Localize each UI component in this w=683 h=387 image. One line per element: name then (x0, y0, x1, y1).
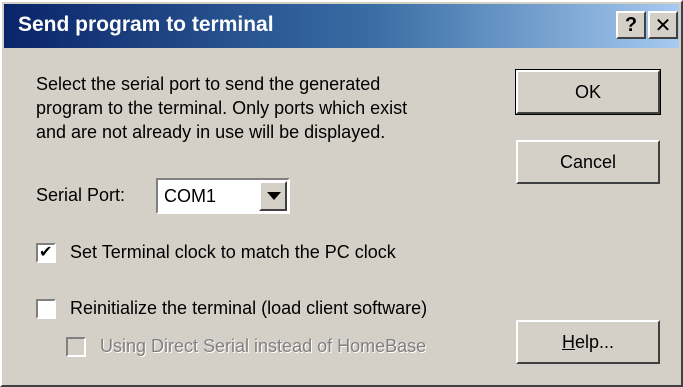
reinitialize-checkbox-row[interactable]: Reinitialize the terminal (load client s… (36, 298, 427, 319)
close-icon: ✕ (654, 14, 672, 37)
help-button[interactable]: Help... (516, 320, 660, 364)
serial-port-select[interactable]: COM1 (156, 178, 290, 214)
set-clock-checkbox[interactable]: ✔ (36, 242, 56, 263)
window-title: Send program to terminal (18, 13, 274, 36)
title-bar[interactable]: Send program to terminal ? ✕ (4, 4, 679, 48)
help-button-label: Help... (561, 331, 615, 352)
direct-serial-checkbox (66, 336, 86, 357)
help-title-button[interactable]: ? (616, 11, 646, 39)
set-clock-label: Set Terminal clock to match the PC clock (70, 242, 396, 262)
reinitialize-label: Reinitialize the terminal (load client s… (70, 298, 428, 318)
serial-port-value: COM1 (164, 186, 217, 206)
direct-serial-checkbox-row: Using Direct Serial instead of HomeBase (66, 336, 426, 357)
send-program-dialog: Send program to terminal ? ✕ Select the … (0, 0, 683, 387)
serial-port-label: Serial Port: (36, 185, 126, 205)
close-title-button[interactable]: ✕ (648, 11, 678, 39)
help-question-icon: ? (624, 13, 638, 36)
ok-button[interactable]: OK (515, 69, 661, 115)
cancel-button[interactable]: Cancel (516, 140, 660, 184)
chevron-down-icon[interactable] (259, 181, 287, 211)
set-clock-checkbox-row[interactable]: ✔ Set Terminal clock to match the PC clo… (36, 242, 396, 263)
checkmark-icon: ✔ (39, 243, 53, 261)
direct-serial-label: Using Direct Serial instead of HomeBase (100, 336, 427, 356)
description-text: Select the serial port to send the gener… (36, 74, 408, 142)
reinitialize-checkbox[interactable] (36, 298, 56, 319)
